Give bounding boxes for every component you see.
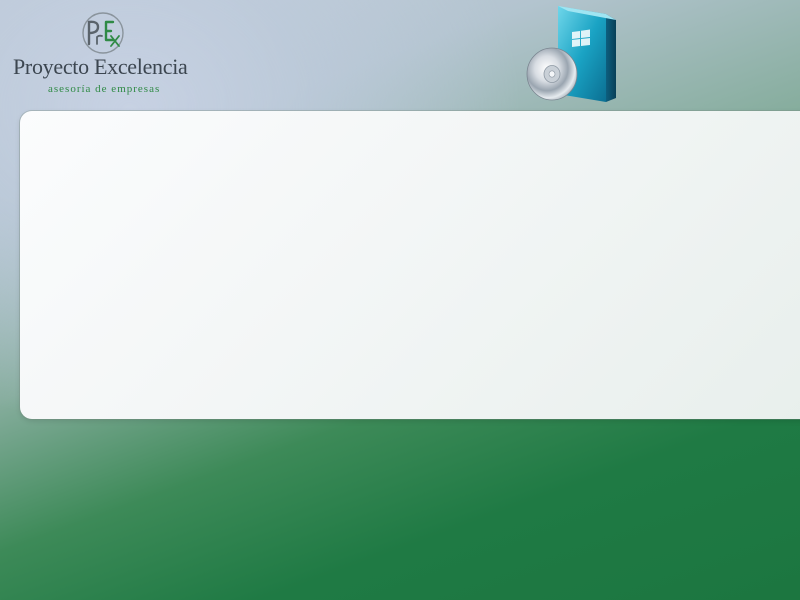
company-logo: Proyecto Excelencia asesoría de empresas [8, 6, 198, 102]
company-name: Proyecto Excelencia [13, 54, 188, 79]
company-tagline: asesoría de empresas [48, 83, 161, 95]
content-panel [20, 111, 800, 419]
software-box-with-cd-icon [526, 6, 616, 102]
pe-monogram-icon [82, 12, 124, 54]
